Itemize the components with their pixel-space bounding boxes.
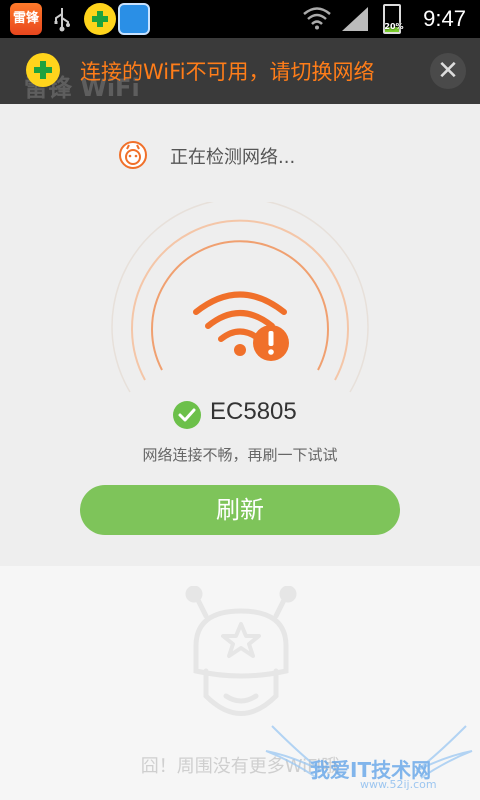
wifi-signal-icon (303, 7, 331, 30)
security-app-icon (84, 3, 116, 35)
security-badge-icon (26, 53, 60, 87)
leifeng-app-icon: 雷锋 (10, 3, 42, 35)
watermark-url: www.52ij.com (360, 778, 437, 791)
toast-message: 连接的WiFi不可用，请切换网络 (80, 60, 375, 84)
check-icon (173, 401, 201, 429)
store-app-icon (118, 3, 150, 35)
battery-icon: 20% (383, 4, 404, 34)
battery-percent: 20% (384, 22, 404, 31)
network-ssid: EC5805 (210, 398, 297, 425)
app-badge-text: 雷锋 (12, 11, 39, 26)
radar-ring-middle (131, 219, 349, 381)
clock: 9:47 (423, 6, 466, 31)
cell-signal-icon (342, 7, 368, 31)
app-header: 雷锋 WiFi 连接的WiFi不可用，请切换网络 ✕ (0, 38, 480, 104)
scan-panel: 正在检测网络... EC5805 网络连接不畅，再刷一下试试 刷新 (0, 104, 480, 566)
connection-hint: 网络连接不畅，再刷一下试试 (142, 446, 338, 464)
wifi-warning-icon (193, 291, 289, 361)
status-bar: 雷锋 20% 9:47 (0, 0, 480, 38)
close-button[interactable]: ✕ (430, 53, 466, 89)
usb-icon (54, 8, 70, 32)
mascot-small-icon (119, 141, 147, 169)
empty-network-list: 囧！周围没有更多WiFi哦 我爱IT技术网 www.52ij.com (0, 566, 480, 800)
refresh-button[interactable]: 刷新 (80, 485, 400, 535)
mascot-illustration (185, 586, 297, 716)
detect-status-text: 正在检测网络... (170, 147, 296, 168)
watermark: 我爱IT技术网 www.52ij.com (262, 716, 476, 796)
